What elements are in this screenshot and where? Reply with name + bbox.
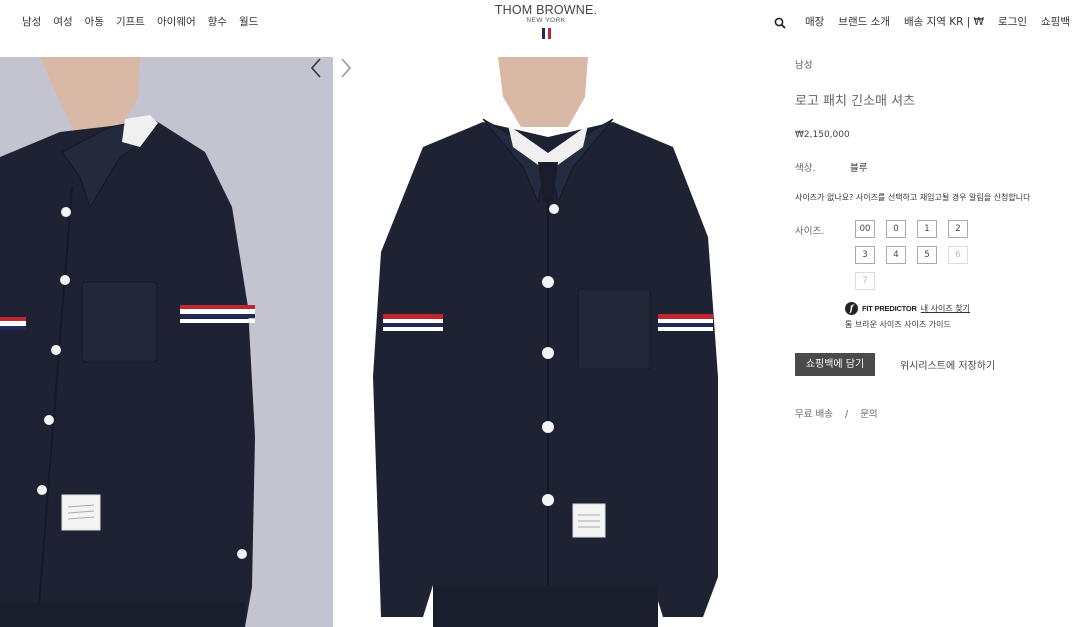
- size-option-7[interactable]: 7: [855, 272, 875, 290]
- separator: /: [844, 409, 849, 420]
- chevron-left-icon[interactable]: [309, 57, 323, 79]
- nav-item-world[interactable]: 월드: [239, 14, 258, 29]
- product-price: ₩2,150,000: [795, 130, 850, 140]
- size-restock-notice[interactable]: 사이즈가 없나요? 사이즈를 선택하고 재입고될 경우 알림을 신청합니다: [795, 192, 1030, 203]
- breadcrumb[interactable]: 남성: [795, 57, 812, 71]
- inquiry-link[interactable]: 문의: [860, 409, 877, 420]
- color-label: 색상.: [795, 163, 816, 174]
- size-option-3[interactable]: 3: [855, 246, 875, 264]
- free-shipping-link[interactable]: 무료 배송: [795, 409, 833, 420]
- shipping-links: 무료 배송 / 문의: [795, 406, 878, 420]
- fit-predictor[interactable]: f FIT PREDICTOR 내 사이즈 찾기: [845, 302, 970, 315]
- fit-predictor-label: FIT PREDICTOR: [862, 304, 917, 313]
- color-value: 블루: [850, 163, 868, 174]
- nav-item-fragrance[interactable]: 향수: [208, 14, 227, 29]
- nav-item-gift[interactable]: 기프트: [116, 14, 145, 29]
- size-option-2[interactable]: 2: [948, 220, 968, 238]
- product-title: 로고 패치 긴소매 셔츠: [795, 94, 916, 109]
- tricolor-flag-icon: [490, 28, 602, 39]
- product-image-side: [0, 57, 333, 627]
- site-header: 남성 여성 아동 기프트 아이웨어 향수 월드 THOM BROWNE. NEW…: [0, 0, 1080, 57]
- logo-brand-text: THOM BROWNE.: [494, 3, 598, 17]
- find-my-size-link[interactable]: 내 사이즈 찾기: [921, 303, 970, 314]
- brand-logo[interactable]: THOM BROWNE. NEW YORK: [490, 3, 602, 39]
- add-to-bag-button[interactable]: 쇼핑백에 담기: [795, 353, 875, 376]
- nav-item-shopping-bag[interactable]: 쇼핑백: [1041, 14, 1070, 29]
- nav-item-men[interactable]: 남성: [22, 14, 41, 29]
- size-option-00[interactable]: 00: [855, 220, 875, 238]
- product-gallery[interactable]: [0, 57, 762, 627]
- search-icon[interactable]: [774, 17, 786, 29]
- size-option-6[interactable]: 6: [948, 246, 968, 264]
- size-option-0[interactable]: 0: [886, 220, 906, 238]
- product-image-front: [333, 57, 762, 627]
- size-option-1[interactable]: 1: [917, 220, 937, 238]
- size-option-5[interactable]: 5: [917, 246, 937, 264]
- nav-item-about[interactable]: 브랜드 소개: [838, 14, 890, 29]
- size-guide-link[interactable]: 톰 브라운 사이즈 사이즈 가이드: [845, 319, 951, 330]
- main-nav: 남성 여성 아동 기프트 아이웨어 향수 월드: [22, 14, 270, 29]
- chevron-right-icon[interactable]: [339, 57, 353, 79]
- size-label: 사이즈.: [795, 226, 825, 237]
- nav-item-login[interactable]: 로그인: [998, 14, 1027, 29]
- nav-item-eyewear[interactable]: 아이웨어: [157, 14, 196, 29]
- size-option-4[interactable]: 4: [886, 246, 906, 264]
- fit-predictor-icon: f: [845, 302, 858, 315]
- utility-nav: 매장 브랜드 소개 배송 지역 KR | ₩ 로그인 쇼핑백: [791, 14, 1070, 29]
- nav-item-women[interactable]: 여성: [53, 14, 72, 29]
- logo-subtitle: NEW YORK: [526, 17, 566, 24]
- save-to-wishlist-link[interactable]: 위시리스트에 저장하기: [900, 357, 995, 372]
- nav-item-stores[interactable]: 매장: [805, 14, 824, 29]
- nav-item-shipping-region[interactable]: 배송 지역 KR | ₩: [904, 14, 984, 29]
- nav-item-kids[interactable]: 아동: [85, 14, 104, 29]
